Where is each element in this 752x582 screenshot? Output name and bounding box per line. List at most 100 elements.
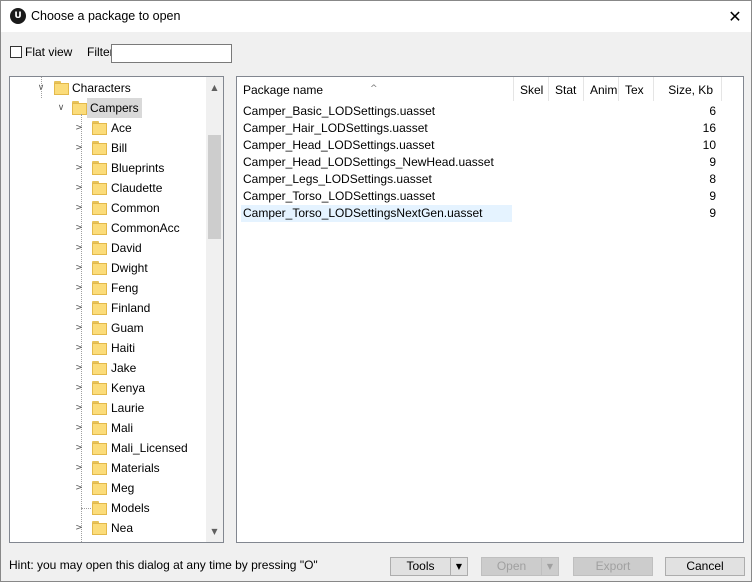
package-row[interactable]: Camper_Head_LODSettings_NewHead.uasset 9 [241,154,741,171]
tree-scrollbar[interactable]: ▲ ▼ [206,77,223,542]
tree-item[interactable]: > CommonAcc [10,218,206,238]
folder-icon [92,161,107,175]
chevron-down-icon[interactable]: ∨ [56,98,66,118]
folder-icon-body [72,103,87,115]
tree-guide-line [41,77,42,98]
sort-ascending-icon: ^ [370,84,378,94]
chevron-right-icon[interactable]: > [74,398,84,418]
chevron-right-icon[interactable]: > [74,298,84,318]
close-icon[interactable]: ✕ [719,1,751,32]
tree-item[interactable]: > Common [10,198,206,218]
tree-item[interactable]: > Guam [10,318,206,338]
package-row[interactable]: Camper_Basic_LODSettings.uasset 6 [241,103,741,120]
chevron-right-icon[interactable]: > [74,438,84,458]
folder-icon [92,281,107,295]
cancel-button-label: Cancel [686,559,724,573]
chevron-right-icon[interactable]: > [74,198,84,218]
chevron-right-icon[interactable]: > [74,378,84,398]
chevron-right-icon[interactable]: > [74,418,84,438]
package-row[interactable]: Camper_Legs_LODSettings.uasset 8 [241,171,741,188]
folder-icon-body [92,203,107,215]
folder-icon [92,301,107,315]
package-row[interactable]: Camper_Hair_LODSettings.uasset 16 [241,120,741,137]
tree-item[interactable]: > Bill [10,138,206,158]
chevron-right-icon[interactable]: > [74,318,84,338]
tools-dropdown-icon[interactable]: ▼ [450,558,467,575]
package-list[interactable]: Package name ^ Skel Stat Anim Tex Size, … [236,76,744,543]
tree-item[interactable]: > David [10,238,206,258]
tree-item[interactable]: > Meg [10,478,206,498]
folder-tree[interactable]: ∨ Characters ∨ Campers > Ace > Bill > Blueprints >… [9,76,224,543]
tree-item[interactable]: > Claudette [10,178,206,198]
chevron-right-icon[interactable]: > [74,238,84,258]
flat-view-checkbox[interactable] [10,46,22,58]
tree-item-label: Bill [111,141,128,155]
column-package-name[interactable]: Package name ^ [237,77,514,101]
tree-item[interactable]: > Blueprints [10,158,206,178]
column-tex[interactable]: Tex [619,77,654,101]
folder-icon [92,221,107,235]
chevron-right-icon[interactable]: > [74,218,84,238]
tools-button[interactable]: Tools ▼ [390,557,468,576]
tree-item[interactable]: > Ace [10,118,206,138]
tree-item[interactable]: > Materials [10,458,206,478]
tree-item-label: Campers [87,98,142,118]
chevron-right-icon[interactable]: > [74,458,84,478]
column-skel[interactable]: Skel [514,77,549,101]
folder-icon-body [92,263,107,275]
tree-item-label: Jake [111,361,137,375]
tree-item[interactable]: > Mali_Licensed [10,438,206,458]
cancel-button[interactable]: Cancel [665,557,745,576]
chevron-right-icon[interactable]: > [74,338,84,358]
package-row[interactable]: Camper_Head_LODSettings.uasset 10 [241,137,741,154]
title-bar: U Choose a package to open ✕ [1,1,751,32]
tree-item-label: Mali [111,421,134,435]
column-anim[interactable]: Anim [584,77,619,101]
tree-item-characters[interactable]: ∨ Characters [10,78,206,98]
package-size: 10 [702,138,716,152]
chevron-right-icon[interactable]: > [74,518,84,538]
tree-item[interactable]: > Feng [10,278,206,298]
scroll-down-icon[interactable]: ▼ [206,523,223,540]
tools-button-label: Tools [406,559,435,573]
tree-item-campers[interactable]: ∨ Campers [10,98,206,118]
folder-icon-body [92,383,107,395]
open-dropdown-icon[interactable]: ▼ [541,558,558,575]
filter-input[interactable] [111,44,232,63]
tree-item[interactable]: > Haiti [10,338,206,358]
chevron-right-icon[interactable]: > [74,178,84,198]
folder-icon-body [92,523,107,535]
folder-icon [92,441,107,455]
folder-icon [72,101,87,115]
open-button[interactable]: Open ▼ [481,557,559,576]
scrollbar-thumb[interactable] [208,135,221,239]
folder-icon-body [92,343,107,355]
chevron-right-icon[interactable]: > [74,358,84,378]
chevron-right-icon[interactable]: > [74,138,84,158]
column-stat[interactable]: Stat [549,77,584,101]
tree-item[interactable]: > Laurie [10,398,206,418]
folder-icon [92,121,107,135]
folder-icon [92,201,107,215]
package-row[interactable]: Camper_Torso_LODSettingsNextGen.uasset 9 [241,205,741,222]
chevron-right-icon[interactable]: > [74,158,84,178]
chevron-right-icon[interactable]: > [74,478,84,498]
tree-item[interactable]: > Finland [10,298,206,318]
folder-icon [92,501,107,515]
tree-item[interactable]: > Kenya [10,378,206,398]
folder-icon [54,81,69,95]
tree-item[interactable]: > Nea [10,518,206,538]
chevron-right-icon[interactable]: > [74,118,84,138]
package-row[interactable]: Camper_Torso_LODSettings.uasset 9 [241,188,741,205]
folder-icon [92,381,107,395]
chevron-right-icon[interactable]: > [74,258,84,278]
tree-item[interactable]: > Jake [10,358,206,378]
column-size[interactable]: Size, Kb [654,77,722,101]
chevron-right-icon[interactable]: > [74,278,84,298]
hint-text: Hint: you may open this dialog at any ti… [9,558,318,572]
tree-item[interactable]: > Dwight [10,258,206,278]
scroll-up-icon[interactable]: ▲ [206,79,223,96]
tree-item[interactable]: Models [10,498,206,518]
tree-item[interactable]: > Mali [10,418,206,438]
export-button[interactable]: Export [573,557,653,576]
